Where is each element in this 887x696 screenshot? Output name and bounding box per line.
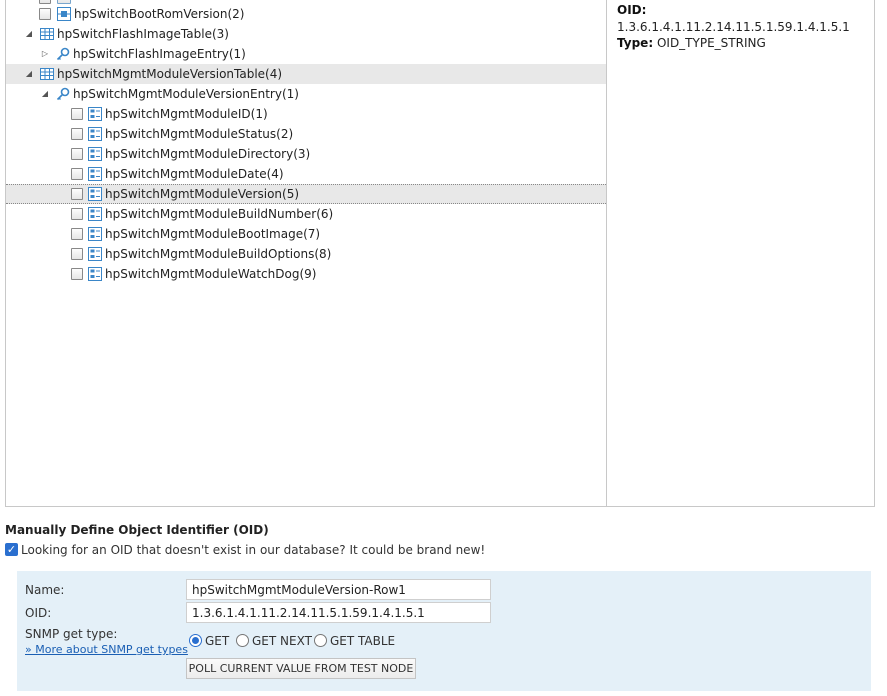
oid-label: OID: [617, 3, 647, 17]
tree-leaf[interactable]: hpSwitchMgmtModuleWatchDog(9) [69, 264, 389, 284]
oid-detail: OID: 1.3.6.1.4.1.11.2.14.11.5.1.59.1.4.1… [617, 2, 864, 35]
scalar-icon [57, 7, 71, 21]
oid-details-panel: OID: 1.3.6.1.4.1.11.2.14.11.5.1.59.1.4.1… [606, 0, 875, 507]
table-icon [40, 28, 54, 40]
tree-node-label: hpSwitchMgmtModuleWatchDog(9) [105, 267, 317, 281]
oid-input[interactable] [186, 602, 491, 623]
manual-oid-checkbox-label: Looking for an OID that doesn't exist in… [21, 543, 486, 557]
radio-label: GET TABLE [330, 634, 396, 648]
tree-leaf[interactable]: hpSwitchMgmtModuleBuildOptions(8) [69, 244, 389, 264]
tree-checkbox[interactable] [71, 248, 83, 260]
tree-checkbox[interactable] [71, 208, 83, 220]
tree-node[interactable]: ◢ hpSwitchMgmtModuleVersionEntry(1) [40, 84, 360, 104]
oid-value: 1.3.6.1.4.1.11.2.14.11.5.1.59.1.4.1.5.1 [617, 20, 850, 34]
manual-oid-form: Name: OID: SNMP get type: » More about S… [17, 571, 871, 691]
entry-key-icon [56, 47, 70, 61]
mib-tree-panel: hpSwitchBootRomVersion(2) ◢ hpSwitchFlas… [5, 0, 607, 507]
tree-node-label: hpSwitchMgmtModuleBuildNumber(6) [105, 207, 334, 221]
type-value: OID_TYPE_STRING [656, 36, 766, 50]
tree-leaf[interactable]: hpSwitchMgmtModuleDate(4) [69, 164, 389, 184]
poll-current-value-button[interactable]: POLL CURRENT VALUE FROM TEST NODE [186, 658, 416, 679]
tree-leaf[interactable]: hpSwitchMgmtModuleBootImage(7) [69, 224, 389, 244]
type-label: Type: [617, 36, 654, 50]
column-icon [88, 267, 102, 281]
collapse-arrow-icon[interactable]: ◢ [24, 64, 34, 84]
entry-key-icon [56, 87, 70, 101]
tree-leaf[interactable]: hpSwitchMgmtModuleID(1) [69, 104, 389, 124]
tree-leaf[interactable]: hpSwitchMgmtModuleStatus(2) [69, 124, 389, 144]
column-icon [88, 187, 102, 201]
radio-get-table[interactable]: GET TABLE [314, 633, 395, 649]
column-icon [88, 207, 102, 221]
column-icon [88, 107, 102, 121]
section-title: Manually Define Object Identifier (OID) [5, 523, 269, 537]
tree-checkbox[interactable] [71, 148, 83, 160]
tree-node-label: hpSwitchMgmtModuleID(1) [105, 107, 268, 121]
tree-checkbox[interactable] [71, 108, 83, 120]
tree-leaf[interactable]: hpSwitchMgmtModuleBuildNumber(6) [69, 204, 389, 224]
tree-node-label: hpSwitchBootRomVersion(2) [74, 7, 245, 21]
tree-node[interactable]: ◢ hpSwitchFlashImageTable(3) [24, 24, 324, 44]
tree-checkbox[interactable] [71, 168, 83, 180]
tree-node-label: hpSwitchFlashImageTable(3) [57, 27, 229, 41]
tree-node-label: hpSwitchMgmtModuleVersion(5) [105, 187, 300, 201]
column-icon [88, 127, 102, 141]
tree-node-label: hpSwitchFlashImageEntry(1) [73, 47, 246, 61]
tree-node-label: hpSwitchMgmtModuleBuildOptions(8) [105, 247, 332, 261]
collapse-arrow-icon[interactable]: ◢ [24, 24, 34, 44]
radio-label: GET NEXT [252, 634, 312, 648]
radio-selected-icon[interactable] [189, 634, 202, 647]
tree-checkbox[interactable] [71, 128, 83, 140]
tree-node-highlighted[interactable]: ◢ hpSwitchMgmtModuleVersionTable(4) [6, 64, 606, 84]
tree-leaf[interactable]: hpSwitchMgmtModuleDirectory(3) [69, 144, 389, 164]
manual-oid-checkbox[interactable]: ✓ [5, 543, 18, 556]
table-icon [40, 68, 54, 80]
tree-node-label: hpSwitchMgmtModuleDirectory(3) [105, 147, 311, 161]
tree-node-label: hpSwitchMgmtModuleBootImage(7) [105, 227, 321, 241]
more-about-snmp-link[interactable]: » More about SNMP get types [25, 643, 188, 656]
oid-field-label: OID: [25, 606, 52, 620]
tree-checkbox[interactable] [39, 8, 51, 20]
tree-checkbox[interactable] [71, 268, 83, 280]
tree-checkbox[interactable] [71, 228, 83, 240]
radio-icon[interactable] [236, 634, 249, 647]
radio-label: GET [205, 634, 230, 648]
tree-node-label: hpSwitchMgmtModuleVersionTable(4) [57, 67, 283, 81]
name-label: Name: [25, 583, 65, 597]
tree-node-label: hpSwitchMgmtModuleVersionEntry(1) [73, 87, 299, 101]
snmp-get-type-label: SNMP get type: [25, 627, 118, 641]
column-icon [88, 247, 102, 261]
radio-get[interactable]: GET [189, 633, 229, 649]
column-icon [88, 227, 102, 241]
column-icon [88, 147, 102, 161]
radio-icon[interactable] [314, 634, 327, 647]
collapse-arrow-icon[interactable]: ◢ [40, 84, 50, 104]
tree-node[interactable]: hpSwitchBootRomVersion(2) [37, 4, 337, 24]
tree-node-label: hpSwitchMgmtModuleStatus(2) [105, 127, 294, 141]
tree-checkbox[interactable] [71, 188, 83, 200]
name-input[interactable] [186, 579, 491, 600]
type-detail: Type: OID_TYPE_STRING [617, 35, 864, 51]
column-icon [88, 167, 102, 181]
tree-node-label: hpSwitchMgmtModuleDate(4) [105, 167, 284, 181]
tree-node[interactable]: ▷ hpSwitchFlashImageEntry(1) [40, 44, 340, 64]
tree-leaf-selected[interactable]: hpSwitchMgmtModuleVersion(5) [6, 184, 606, 204]
radio-get-next[interactable]: GET NEXT [236, 633, 312, 649]
expand-arrow-icon[interactable]: ▷ [40, 44, 50, 64]
